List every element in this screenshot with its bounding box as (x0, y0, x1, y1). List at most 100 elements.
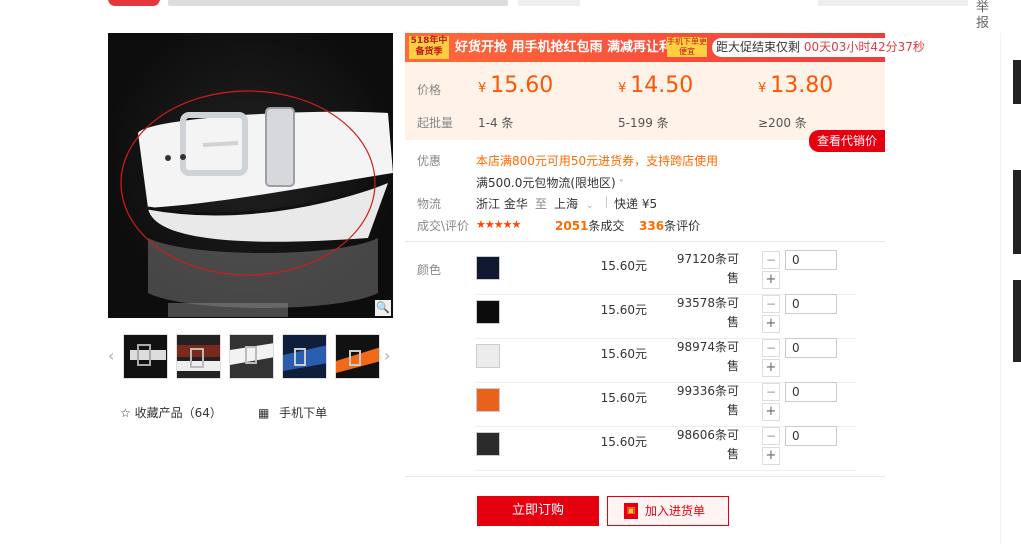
to-word: 至 (535, 197, 548, 211)
discount-label: 优惠 (417, 154, 442, 168)
sku-row: 15.60元 97120条可售 − + (475, 250, 857, 295)
chevron-down-icon: ⌄ (586, 201, 594, 211)
color-label: 颜色 (417, 263, 442, 277)
shipping-free-text: 满500.0元包物流(限地区) (476, 176, 616, 190)
product-title-cropped (168, 0, 508, 6)
mobile-order-link[interactable]: ▦ 手机下单 (258, 404, 327, 421)
top-right-links-cropped (818, 0, 968, 6)
qr-code-icon: ▦ (258, 406, 270, 420)
promo-badge: 518年中备货季 (409, 36, 449, 59)
thumbnail-1[interactable] (123, 334, 168, 379)
sku-row: 15.60元 98606条可售 − + (475, 426, 857, 471)
sku-price: 15.60元 (600, 259, 647, 273)
thumbnail-2[interactable] (176, 334, 221, 379)
increase-button[interactable]: + (762, 359, 780, 377)
increase-button[interactable]: + (762, 315, 780, 333)
divider (606, 196, 607, 208)
quantity-input[interactable] (785, 426, 837, 446)
cart-icon: ▣ (624, 503, 638, 519)
divider (405, 476, 885, 477)
discount-text[interactable]: 本店满800元可用50元进货券，支持跨店使用 (476, 152, 718, 169)
review-count-link[interactable]: 336条评价 (639, 217, 700, 234)
countdown-time: 00天03小时42分37秒 (803, 40, 925, 54)
sku-row: 15.60元 99336条可售 − + (475, 382, 857, 427)
report-link[interactable]: 举报 (976, 0, 992, 32)
quantity-input[interactable] (785, 294, 837, 314)
review-count: 336 (639, 219, 665, 233)
countdown-prefix: 距大促结束仅剩 (716, 40, 801, 54)
sku-thumbnail[interactable] (476, 388, 500, 412)
sku-stock: 97120条可售 (676, 252, 739, 285)
sku-price: 15.60元 (600, 435, 647, 449)
collect-product-link[interactable]: ☆ 收藏产品（64） (120, 404, 222, 421)
magnifier-icon[interactable]: 🔍 (375, 300, 391, 316)
thumbnail-4[interactable] (282, 334, 327, 379)
currency-symbol: ¥ (478, 81, 487, 96)
sku-stock: 99336条可售 (676, 384, 739, 417)
side-product-image[interactable] (1013, 170, 1021, 254)
currency-symbol: ¥ (618, 81, 627, 96)
sku-stock: 98606条可售 (676, 428, 739, 461)
tier-price-2: ¥14.50 (618, 73, 693, 98)
thumbnail-3[interactable] (229, 334, 274, 379)
store-badge (108, 0, 160, 6)
tier-price-value: 13.80 (770, 73, 834, 98)
decrease-button[interactable]: − (762, 295, 780, 313)
thumb-next-icon[interactable]: › (384, 346, 390, 365)
sku-thumbnail[interactable] (476, 256, 500, 280)
increase-button[interactable]: + (762, 271, 780, 289)
right-panel-divider (1000, 33, 1001, 544)
promo-countdown: 距大促结束仅剩 00天03小时42分37秒 (712, 38, 929, 57)
thumb-prev-icon[interactable]: ‹ (108, 346, 114, 365)
thumbnail-5[interactable] (335, 334, 380, 379)
promo-banner[interactable]: 518年中备货季 好货开抢 用手机抢红包雨 满减再让利! 手机下单更便宜 距大促… (405, 33, 929, 62)
sku-thumbnail[interactable] (476, 300, 500, 324)
sku-row: 15.60元 98974条可售 − + (475, 338, 857, 383)
origin: 浙江 金华 (476, 197, 528, 211)
tier-qty-1: 1-4 条 (478, 116, 514, 130)
rating-stars: ★★★★★ (476, 218, 521, 231)
price-label: 价格 (417, 83, 442, 97)
shipping-free[interactable]: 满500.0元包物流(限地区) ˅ (476, 174, 624, 191)
sku-stock: 98974条可售 (676, 340, 739, 373)
deals-label: 成交\评价 (417, 219, 470, 233)
quantity-input[interactable] (785, 338, 837, 358)
star-outline-icon: ☆ (120, 406, 131, 420)
side-product-image[interactable] (1013, 280, 1021, 362)
main-product-image[interactable]: 🔍 (108, 33, 393, 318)
moq-label: 起批量 (417, 116, 454, 130)
sku-row: 15.60元 93578条可售 − + (475, 294, 857, 339)
agent-price-button[interactable]: 查看代销价 (809, 130, 885, 152)
promo-mobile-tag: 手机下单更便宜 (667, 37, 707, 57)
review-unit: 条评价 (664, 219, 701, 233)
decrease-button[interactable]: − (762, 251, 780, 269)
divider (405, 241, 885, 242)
add-to-cart-label: 加入进货单 (645, 504, 706, 518)
sku-price: 15.60元 (600, 391, 647, 405)
promo-text: 好货开抢 用手机抢红包雨 满减再让利! (455, 40, 678, 55)
quantity-input[interactable] (785, 250, 837, 270)
sku-thumbnail[interactable] (476, 432, 500, 456)
tier-price-value: 14.50 (630, 73, 694, 98)
tier-price-value: 15.60 (490, 73, 554, 98)
order-now-button[interactable]: 立即订购 (477, 496, 599, 526)
increase-button[interactable]: + (762, 403, 780, 421)
decrease-button[interactable]: − (762, 383, 780, 401)
decrease-button[interactable]: − (762, 339, 780, 357)
deal-count-link[interactable]: 2051条成交 (555, 217, 624, 234)
tier-qty-3: ≥200 条 (758, 116, 807, 130)
sku-thumbnail[interactable] (476, 344, 500, 368)
quantity-input[interactable] (785, 382, 837, 402)
destination-select[interactable]: 上海 ⌄ (554, 195, 594, 212)
add-to-cart-button[interactable]: ▣ 加入进货单 (607, 496, 729, 526)
mobile-order-label: 手机下单 (279, 406, 328, 420)
deal-unit: 条成交 (588, 219, 625, 233)
increase-button[interactable]: + (762, 447, 780, 465)
deal-count: 2051 (555, 219, 589, 233)
sku-price: 15.60元 (600, 303, 647, 317)
decrease-button[interactable]: − (762, 427, 780, 445)
currency-symbol: ¥ (758, 81, 767, 96)
tier-price-3: ¥13.80 (758, 73, 833, 98)
side-product-image[interactable] (1013, 60, 1021, 104)
title-tag-cropped (518, 0, 580, 6)
